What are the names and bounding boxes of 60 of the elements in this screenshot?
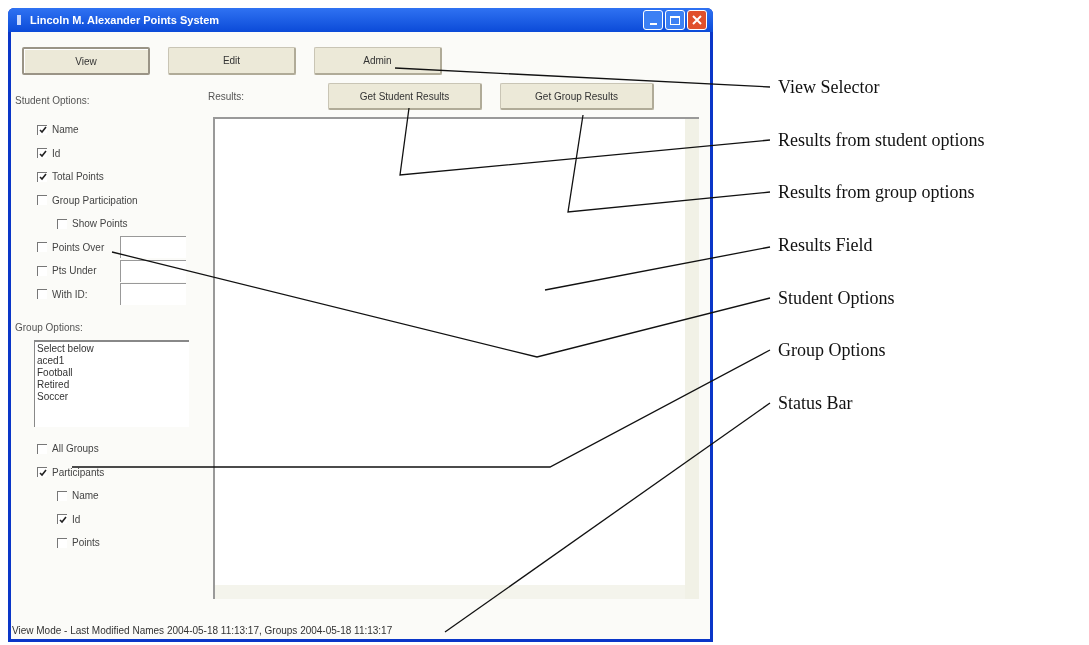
button[interactable]: View [22,47,150,75]
checkbox[interactable] [37,148,47,159]
annotation-label: Group Options [778,339,887,363]
list-item[interactable]: aced1 [37,355,189,367]
group-list[interactable]: Select below aced1 Football Retired Soccer [34,340,189,427]
checkbox[interactable] [57,537,67,548]
checkbox-label: Total Points [52,170,104,184]
close-icon [692,15,702,25]
list-item[interactable]: Select below [37,343,189,355]
checkbox[interactable] [57,514,67,525]
button[interactable]: Edit [168,47,296,75]
list-item[interactable]: Retired [37,379,189,391]
horizontal-scrollbar[interactable] [215,585,685,599]
list-item[interactable]: Soccer [37,391,189,403]
section-label: Group Options: [14,321,84,335]
input-field[interactable] [120,283,186,306]
button[interactable]: Admin [314,47,442,75]
close-button[interactable] [687,10,707,30]
input-field[interactable] [120,259,186,282]
button[interactable]: Get Student Results [328,83,482,110]
annotation-label: View Selector [778,76,881,99]
status-text: View Mode - Last Modified Names 2004-05-18 11:13:17, Groups 2004-05-18 11:13:17 [11,624,394,638]
maximize-button[interactable] [665,10,685,30]
checkbox-label: With ID: [52,287,89,301]
annotation-label: Results from group options [778,181,976,205]
checkbox-label: Points [72,536,100,550]
annotation-label: Status Bar [778,392,854,416]
annotation-label: Student Options [778,286,896,310]
annotation-label: Results Field [778,234,874,258]
results-field[interactable] [213,117,699,599]
checkbox[interactable] [37,195,47,206]
annotation-label: Results from student options [778,128,985,152]
checkbox[interactable] [57,490,67,501]
checkbox-label: Name [52,123,79,137]
checkbox-label: Points Over [52,240,106,254]
checkbox-label: Pts Under [52,264,98,278]
checkbox-label: All Groups [52,442,99,456]
checkbox[interactable] [37,242,47,253]
checkbox-label: Id [52,146,61,160]
checkbox-label: Group Participation [52,193,138,207]
checkbox-label: Id [72,512,81,526]
minimize-button[interactable] [643,10,663,30]
checkbox[interactable] [37,289,47,300]
checkbox-label: Participants [52,465,105,479]
window-title: Lincoln M. Alexander Points System [30,12,220,28]
input-field[interactable] [120,236,186,259]
app-icon [14,14,24,26]
button[interactable]: Get Group Results [500,83,654,110]
checkbox-label: Show Points [72,217,128,231]
section-label: Student Options: [14,94,91,108]
checkbox[interactable] [37,124,47,135]
checkbox[interactable] [37,171,47,182]
list-item[interactable]: Football [37,367,189,379]
checkbox[interactable] [37,443,47,454]
checkbox[interactable] [57,218,67,229]
checkbox[interactable] [37,467,47,478]
checkbox-label: Name [72,489,99,503]
results-label: Results: [208,90,246,104]
checkbox[interactable] [37,265,47,276]
vertical-scrollbar[interactable] [685,119,699,599]
